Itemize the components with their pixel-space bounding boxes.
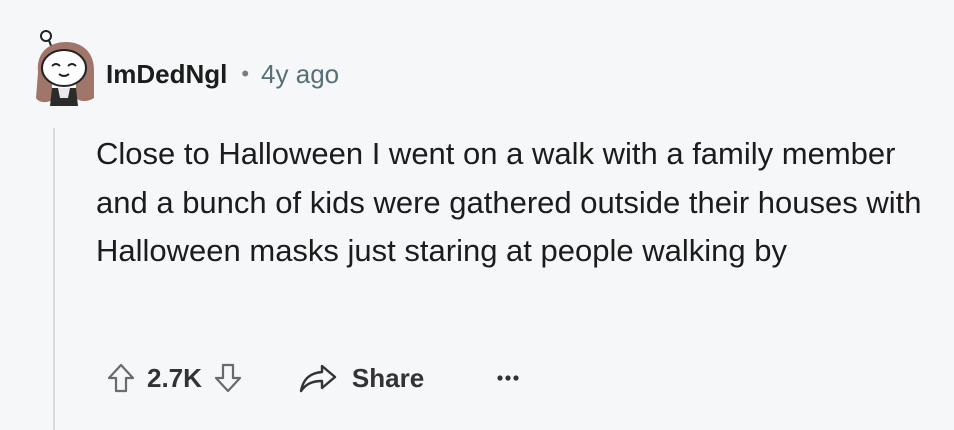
avatar-icon bbox=[36, 30, 94, 106]
separator-dot: • bbox=[241, 61, 250, 86]
comment-header: ImDedNgl • 4y ago bbox=[106, 56, 339, 92]
more-options-button[interactable] bbox=[496, 374, 520, 382]
comment: ImDedNgl • 4y ago Close to Halloween I w… bbox=[0, 0, 954, 430]
timestamp[interactable]: 4y ago bbox=[261, 59, 339, 90]
username[interactable]: ImDedNgl bbox=[106, 59, 227, 90]
avatar[interactable] bbox=[30, 28, 98, 108]
share-arrow-icon bbox=[299, 364, 337, 393]
upvote-button[interactable] bbox=[103, 360, 139, 396]
downvote-arrow-icon bbox=[214, 363, 242, 393]
downvote-button[interactable] bbox=[210, 360, 246, 396]
comment-actions: 2.7K Share bbox=[103, 356, 520, 400]
thread-line[interactable] bbox=[53, 128, 55, 430]
vote-score: 2.7K bbox=[147, 362, 202, 393]
comment-body: Close to Halloween I went on a walk with… bbox=[96, 136, 922, 268]
upvote-arrow-icon bbox=[107, 363, 135, 393]
share-button[interactable]: Share bbox=[298, 362, 424, 394]
more-options-icon bbox=[497, 375, 519, 381]
share-label: Share bbox=[351, 362, 425, 393]
